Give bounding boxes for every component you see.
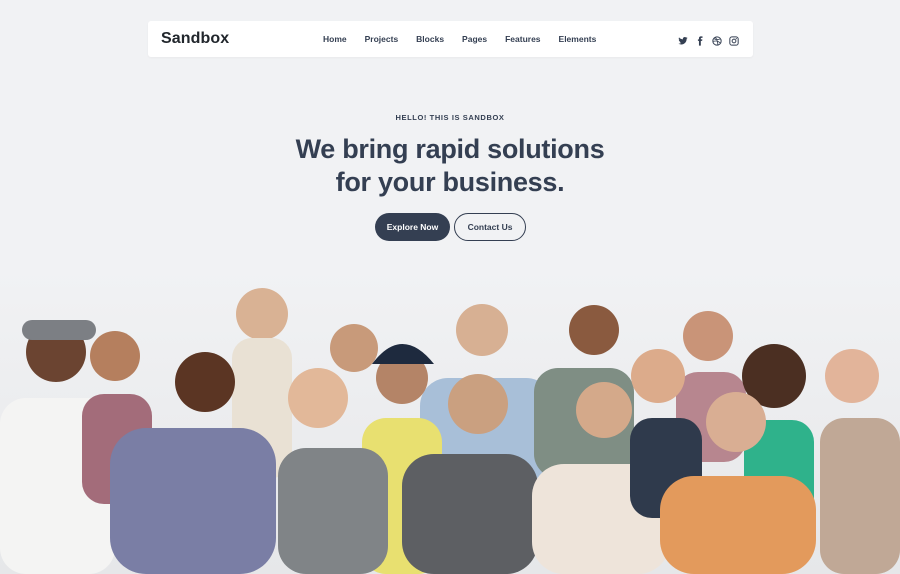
logo[interactable]: Sandbox [161,30,229,48]
nav-item-home[interactable]: Home [323,34,347,44]
twitter-icon[interactable] [678,33,688,45]
nav-item-elements[interactable]: Elements [559,34,597,44]
nav-menu: Home Projects Blocks Pages Features Elem… [323,21,614,57]
hero-title-line1: We bring rapid solutions [295,134,605,164]
hero-title-line2: for your business. [335,167,565,197]
navbar: Sandbox Home Projects Blocks Pages Featu… [148,21,753,57]
contact-us-button[interactable]: Contact Us [454,213,526,241]
nav-item-features[interactable]: Features [505,34,540,44]
hero-people-image [0,268,900,574]
facebook-icon[interactable] [695,33,705,46]
explore-now-button[interactable]: Explore Now [375,213,450,241]
nav-item-pages[interactable]: Pages [462,34,487,44]
dribbble-icon[interactable] [712,33,722,46]
hero-eyebrow: HELLO! THIS IS SANDBOX [395,113,505,122]
nav-item-projects[interactable]: Projects [365,34,399,44]
social-links [678,33,739,46]
hero-title: We bring rapid solutions for your busine… [0,133,900,199]
nav-item-blocks[interactable]: Blocks [416,34,444,44]
instagram-icon[interactable] [729,33,739,46]
